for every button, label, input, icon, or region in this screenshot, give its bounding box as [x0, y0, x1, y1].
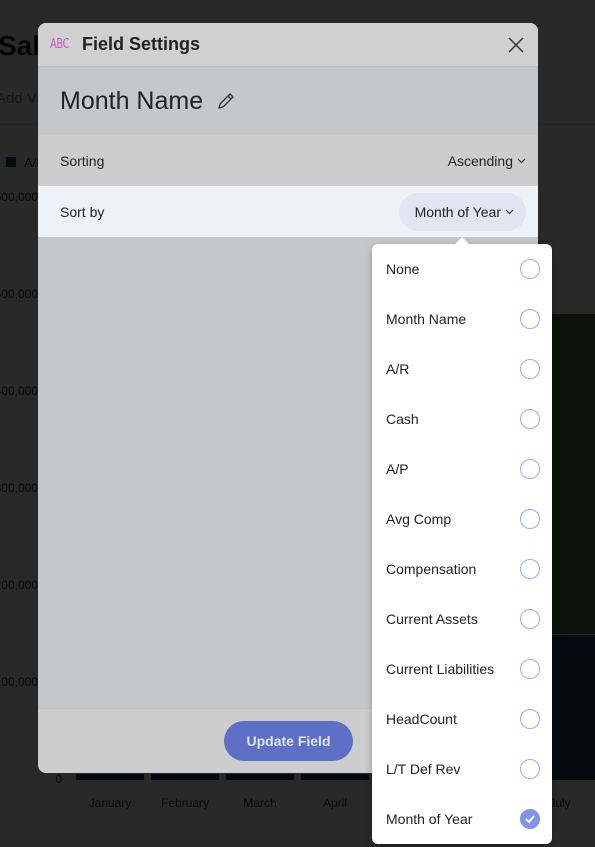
sort-option[interactable]: Current Assets	[372, 594, 552, 644]
radio-checked-icon[interactable]	[520, 809, 540, 829]
field-name: Month Name	[60, 86, 204, 115]
sort-option-label: A/P	[386, 461, 409, 477]
sorting-row: Sorting Ascending	[38, 135, 538, 186]
sort-option[interactable]: A/R	[372, 344, 552, 394]
sort-option-label: Cash	[386, 411, 419, 427]
checkmark-icon	[525, 815, 535, 824]
radio-unchecked-icon[interactable]	[520, 509, 540, 529]
sort-option-label: Current Assets	[386, 611, 478, 627]
sort-option-label: Month Name	[386, 311, 467, 327]
sort-by-dropdown: None Month Name A/R Cash A/P Avg Comp Compensa…	[372, 237, 552, 844]
dialog-title: Field Settings	[82, 34, 201, 54]
radio-unchecked-icon[interactable]	[520, 259, 540, 279]
sort-option[interactable]: Month of Year	[372, 794, 552, 844]
sorting-value: Ascending	[447, 152, 513, 169]
sort-option-label: A/R	[386, 361, 410, 377]
chevron-down-icon	[505, 209, 514, 214]
radio-unchecked-icon[interactable]	[520, 709, 540, 729]
sorting-label: Sorting	[60, 152, 105, 169]
field-name-row: Month Name	[38, 67, 538, 135]
sort-option[interactable]: Avg Comp	[372, 494, 552, 544]
sort-option-label: Month of Year	[386, 811, 473, 827]
sort-option-label: Compensation	[386, 561, 477, 577]
sort-by-label: Sort by	[60, 203, 105, 220]
sort-option[interactable]: None	[372, 244, 552, 294]
dropdown-pointer	[454, 237, 470, 245]
sorting-select[interactable]: Ascending	[448, 153, 526, 169]
radio-unchecked-icon[interactable]	[520, 309, 540, 329]
radio-unchecked-icon[interactable]	[520, 409, 540, 429]
sort-option[interactable]: HeadCount	[372, 694, 552, 744]
radio-unchecked-icon[interactable]	[520, 759, 540, 779]
radio-unchecked-icon[interactable]	[520, 609, 540, 629]
edit-pencil-icon[interactable]	[215, 90, 237, 112]
sort-option[interactable]: A/P	[372, 444, 552, 494]
sort-option[interactable]: Month Name	[372, 294, 552, 344]
chevron-down-icon	[517, 158, 526, 163]
close-icon[interactable]	[506, 35, 526, 55]
sort-by-value: Month of Year	[414, 203, 501, 220]
sort-option[interactable]: Current Liabilities	[372, 644, 552, 694]
sort-option[interactable]: Cash	[372, 394, 552, 444]
dialog-header: ABC Field Settings	[38, 23, 538, 67]
sort-option[interactable]: L/T Def Rev	[372, 744, 552, 794]
text-field-type-icon: ABC	[50, 37, 70, 52]
sort-by-row: Sort by Month of Year	[38, 186, 538, 237]
radio-unchecked-icon[interactable]	[520, 459, 540, 479]
sort-option-label: HeadCount	[386, 711, 457, 727]
radio-unchecked-icon[interactable]	[520, 659, 540, 679]
sort-option-label: Avg Comp	[386, 511, 452, 527]
sort-option-label: Current Liabilities	[386, 661, 495, 677]
sort-option-label: None	[386, 261, 420, 277]
radio-unchecked-icon[interactable]	[520, 359, 540, 379]
sort-option-label: L/T Def Rev	[386, 761, 461, 777]
update-field-button[interactable]: Update Field	[224, 721, 353, 761]
sort-option[interactable]: Compensation	[372, 544, 552, 594]
radio-unchecked-icon[interactable]	[520, 559, 540, 579]
sort-by-select[interactable]: Month of Year	[398, 192, 526, 231]
